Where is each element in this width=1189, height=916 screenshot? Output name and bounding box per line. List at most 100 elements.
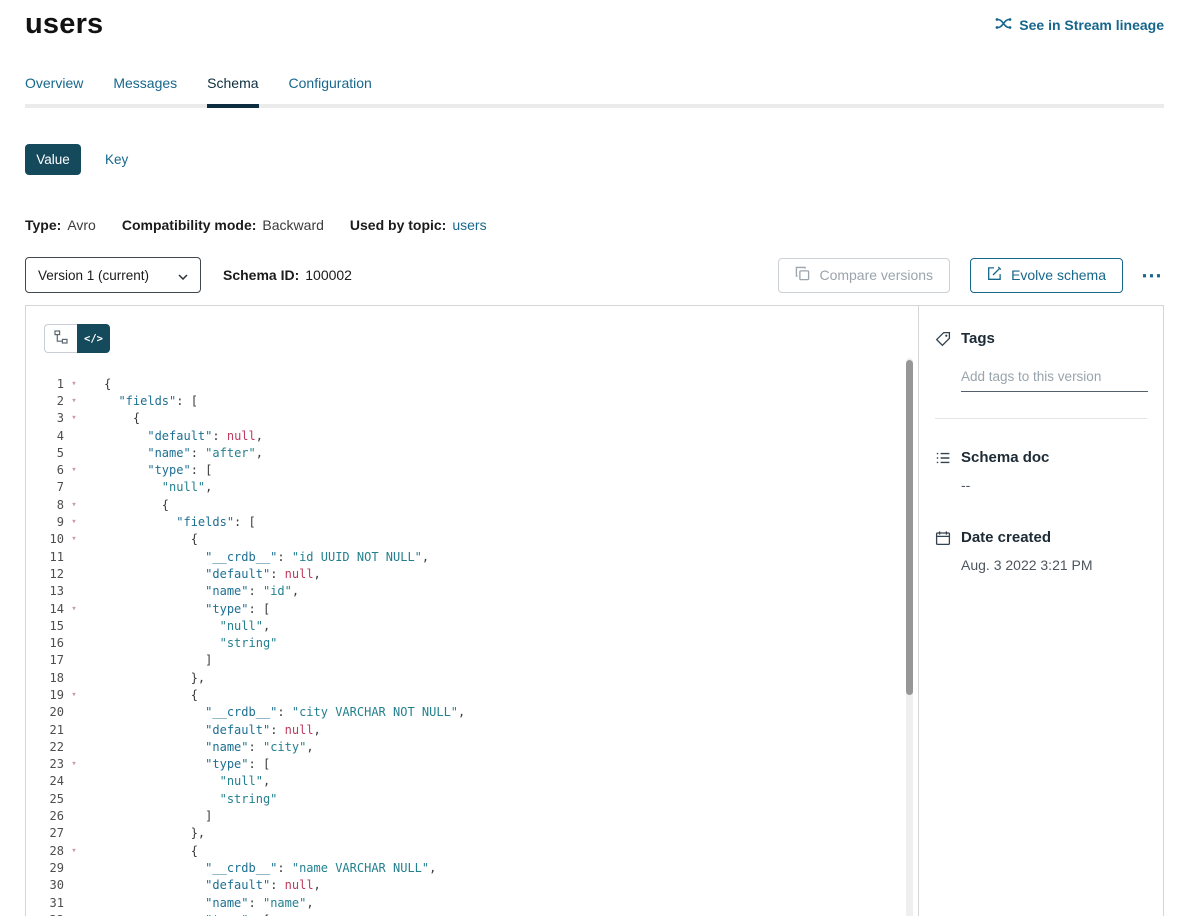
stream-lineage-icon	[995, 16, 1012, 34]
code-view-button[interactable]: </>	[77, 324, 110, 353]
code-text: "string"	[84, 792, 277, 806]
line-number: 11	[26, 550, 64, 564]
line-number: 23	[26, 757, 64, 771]
tree-view-button[interactable]	[44, 324, 77, 353]
code-text: {	[84, 498, 169, 512]
code-text: "type": [	[84, 757, 270, 771]
page-title: users	[25, 8, 103, 41]
code-line: 8▾ {	[26, 496, 918, 513]
line-number: 29	[26, 861, 64, 875]
line-number: 4	[26, 429, 64, 443]
line-number: 12	[26, 567, 64, 581]
used-by-topic-link[interactable]: users	[452, 217, 486, 233]
line-number: 1	[26, 377, 64, 391]
fold-toggle-icon[interactable]: ▾	[64, 534, 84, 544]
fold-toggle-icon[interactable]: ▾	[64, 517, 84, 527]
fold-toggle-icon[interactable]: ▾	[64, 500, 84, 510]
compare-versions-button[interactable]: Compare versions	[778, 258, 950, 293]
code-line: 27 },	[26, 825, 918, 842]
fold-toggle-icon[interactable]: ▾	[64, 604, 84, 614]
editor-scrollbar-track[interactable]	[906, 358, 913, 916]
code-line: 12 "default": null,	[26, 565, 918, 582]
compat-mode-label: Compatibility mode:	[122, 217, 257, 233]
tag-icon	[935, 331, 951, 347]
code-line: 10▾ {	[26, 531, 918, 548]
fold-toggle-icon[interactable]: ▾	[64, 846, 84, 856]
tab-schema[interactable]: Schema	[207, 75, 258, 108]
more-options-button[interactable]: ⋯	[1139, 265, 1164, 286]
version-select[interactable]: Version 1 (current)	[25, 257, 201, 293]
code-line: 15 "null",	[26, 617, 918, 634]
tab-configuration[interactable]: Configuration	[289, 75, 372, 108]
code-line: 24 "null",	[26, 773, 918, 790]
code-line: 18 },	[26, 669, 918, 686]
code-text: "fields": [	[84, 394, 198, 408]
stream-lineage-link[interactable]: See in Stream lineage	[995, 16, 1164, 34]
code-text: "__crdb__": "city VARCHAR NOT NULL",	[84, 705, 465, 719]
line-number: 6	[26, 463, 64, 477]
tags-input[interactable]	[961, 363, 1148, 392]
line-number: 14	[26, 602, 64, 616]
code-line: 31 "name": "name",	[26, 894, 918, 911]
tab-overview[interactable]: Overview	[25, 75, 83, 108]
date-created-value: Aug. 3 2022 3:21 PM	[961, 557, 1147, 573]
code-text: "default": null,	[84, 429, 263, 443]
code-line: 3▾ {	[26, 410, 918, 427]
line-number: 22	[26, 740, 64, 754]
line-number: 7	[26, 480, 64, 494]
code-line: 21 "default": null,	[26, 721, 918, 738]
code-text: {	[84, 377, 111, 391]
code-text: {	[84, 844, 198, 858]
chevron-down-icon	[178, 268, 188, 283]
line-number: 18	[26, 671, 64, 685]
key-toggle-button[interactable]: Key	[105, 152, 128, 167]
fold-toggle-icon[interactable]: ▾	[64, 379, 84, 389]
page-header: users See in Stream lineage	[25, 8, 1164, 41]
code-text: "null",	[84, 619, 270, 633]
value-key-toggle: Value Key	[25, 144, 1164, 175]
code-line: 22 "name": "city",	[26, 738, 918, 755]
fold-toggle-icon[interactable]: ▾	[64, 759, 84, 769]
fold-toggle-icon[interactable]: ▾	[64, 690, 84, 700]
date-created-title: Date created	[961, 529, 1051, 546]
tab-messages[interactable]: Messages	[113, 75, 177, 108]
code-text: "type": [	[84, 463, 212, 477]
code-text: ]	[84, 653, 212, 667]
code-text: {	[84, 411, 140, 425]
line-number: 17	[26, 653, 64, 667]
code-text: "default": null,	[84, 878, 321, 892]
fold-toggle-icon[interactable]: ▾	[64, 465, 84, 475]
tags-title: Tags	[961, 330, 995, 347]
code-text: "fields": [	[84, 515, 256, 529]
schema-sidebar: Tags Schema doc --	[918, 306, 1163, 916]
line-number: 2	[26, 394, 64, 408]
compare-versions-icon	[795, 266, 810, 284]
code-line: 16 "string"	[26, 634, 918, 651]
code-line: 29 "__crdb__": "name VARCHAR NULL",	[26, 859, 918, 876]
code-line: 26 ]	[26, 807, 918, 824]
version-select-value: Version 1 (current)	[38, 268, 149, 283]
tags-section-header: Tags	[935, 330, 1147, 347]
code-text: "string"	[84, 636, 277, 650]
line-number: 31	[26, 896, 64, 910]
code-line: 30 "default": null,	[26, 877, 918, 894]
evolve-schema-button[interactable]: Evolve schema	[970, 258, 1123, 293]
editor-scrollbar-thumb[interactable]	[906, 360, 913, 695]
code-text: "name": "city",	[84, 740, 314, 754]
schema-panel: </> 1▾{2▾ "fields": [3▾ {4 "default": nu…	[25, 305, 1164, 916]
fold-toggle-icon[interactable]: ▾	[64, 413, 84, 423]
code-text: "null",	[84, 480, 212, 494]
code-text: "default": null,	[84, 723, 321, 737]
editor-view-toggle: </>	[44, 324, 918, 353]
fold-toggle-icon[interactable]: ▾	[64, 396, 84, 406]
code-line: 20 "__crdb__": "city VARCHAR NOT NULL",	[26, 704, 918, 721]
sidebar-divider	[935, 418, 1147, 419]
line-number: 16	[26, 636, 64, 650]
line-number: 24	[26, 774, 64, 788]
code-text: },	[84, 826, 205, 840]
code-text: "__crdb__": "id UUID NOT NULL",	[84, 550, 429, 564]
stream-lineage-label: See in Stream lineage	[1019, 17, 1164, 33]
schema-doc-icon	[935, 450, 951, 466]
value-toggle-button[interactable]: Value	[25, 144, 81, 175]
code-line: 14▾ "type": [	[26, 600, 918, 617]
